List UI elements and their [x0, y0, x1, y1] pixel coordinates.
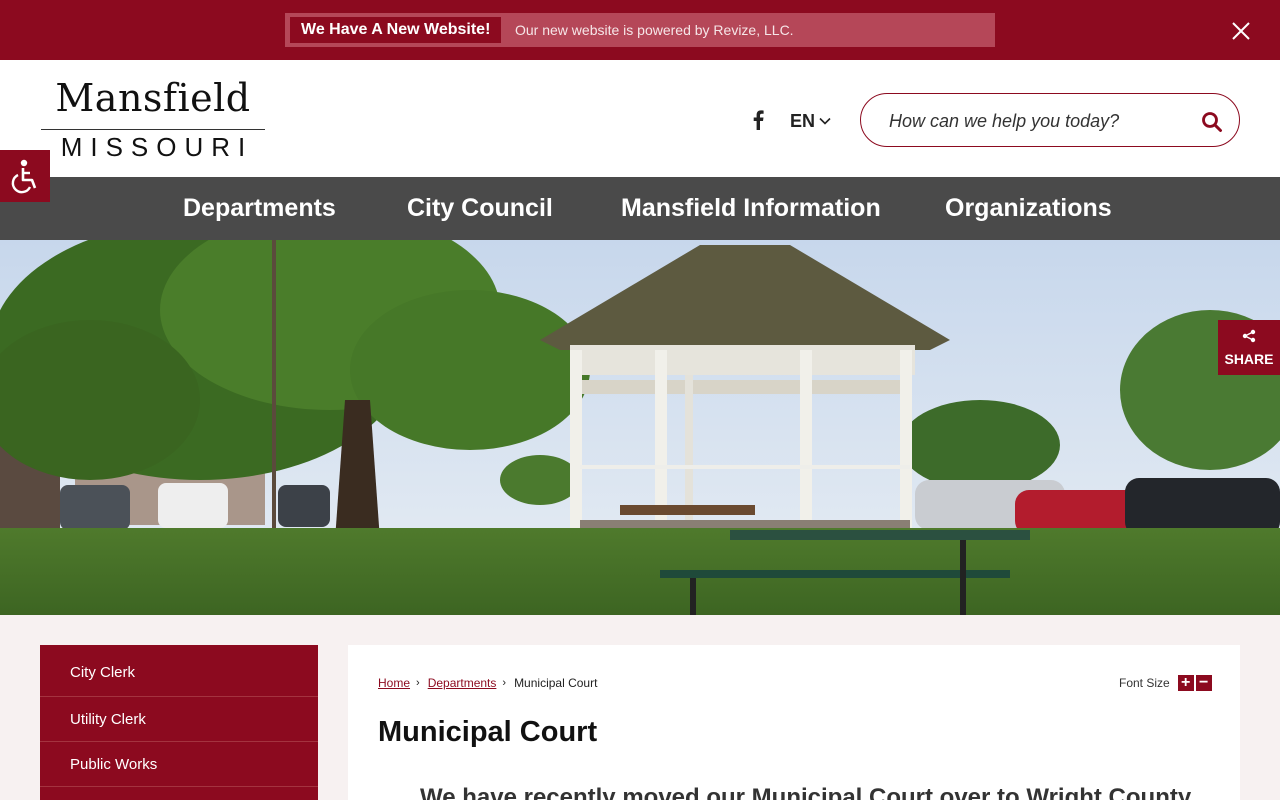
breadcrumb: Home › Departments › Municipal Court [378, 676, 597, 690]
font-increase-button[interactable]: + [1177, 675, 1194, 691]
sidebar-item-city-clerk[interactable]: City Clerk [40, 645, 318, 697]
logo-main-text: Mansfield [55, 76, 251, 120]
accessibility-button[interactable] [0, 150, 50, 202]
chevron-down-icon [819, 112, 831, 130]
nav-item-city-council[interactable]: City Council [407, 177, 553, 240]
search-input[interactable] [889, 106, 1189, 136]
logo-sub-text: MISSOURI [60, 132, 254, 162]
share-button[interactable]: SHARE [1218, 320, 1280, 375]
language-selector[interactable]: EN [790, 110, 831, 132]
alert-tag: We Have A New Website! [290, 17, 502, 43]
search-icon[interactable] [1201, 111, 1223, 133]
font-size-control: Font Size + − [1119, 675, 1212, 691]
breadcrumb-current: Municipal Court [514, 676, 598, 690]
breadcrumb-home[interactable]: Home [378, 676, 410, 690]
main-content: Home › Departments › Municipal Court Fon… [348, 645, 1240, 800]
share-label: SHARE [1224, 351, 1274, 367]
logo-divider [41, 129, 265, 130]
chevron-right-icon: › [416, 677, 420, 689]
breadcrumb-departments[interactable]: Departments [428, 676, 497, 690]
font-decrease-button[interactable]: − [1195, 675, 1212, 691]
share-icon [1242, 329, 1256, 343]
site-header: Mansfield MISSOURI EN [0, 60, 1280, 177]
chevron-right-icon: › [502, 677, 507, 689]
language-label: EN [790, 110, 816, 131]
site-logo[interactable]: Mansfield MISSOURI [41, 75, 265, 162]
font-size-label: Font Size [1119, 676, 1170, 690]
sidebar-item-public-works[interactable]: Public Works [40, 742, 318, 787]
hero-image [0, 240, 1280, 615]
nav-item-mansfield-information[interactable]: Mansfield Information [621, 177, 881, 240]
wheelchair-icon [0, 159, 50, 206]
close-icon[interactable] [1228, 18, 1254, 44]
alert-banner[interactable]: We Have A New Website! Our new website i… [285, 13, 995, 47]
alert-text: Our new website is powered by Revize, LL… [515, 22, 794, 38]
page-title: Municipal Court [378, 716, 598, 748]
main-nav: Departments City Council Mansfield Infor… [0, 177, 1280, 240]
intro-text: We have recently moved our Municipal Cou… [420, 784, 1192, 800]
nav-item-organizations[interactable]: Organizations [945, 177, 1112, 240]
alert-bar: We Have A New Website! Our new website i… [0, 0, 1280, 60]
facebook-icon[interactable] [752, 110, 768, 130]
search-box [860, 93, 1240, 147]
nav-item-departments[interactable]: Departments [183, 177, 336, 240]
sidebar-item-utility-clerk[interactable]: Utility Clerk [40, 697, 318, 742]
sidebar-nav: City Clerk Utility Clerk Public Works [40, 645, 318, 800]
